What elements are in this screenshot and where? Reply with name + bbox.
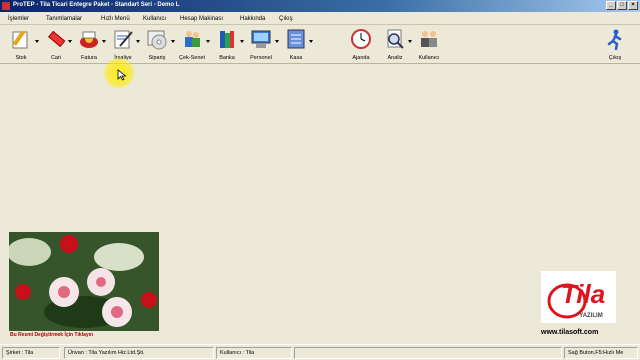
tila-logo: Tila YAZILIM bbox=[541, 271, 616, 323]
cari-button[interactable]: Cari bbox=[39, 28, 73, 62]
menu-hesap-makinasi[interactable]: Hesap Makinası bbox=[180, 16, 223, 22]
menu-kullanici[interactable]: Kullanıcı bbox=[143, 16, 166, 22]
minimize-button[interactable]: _ bbox=[606, 1, 616, 10]
cd-icon bbox=[147, 30, 167, 50]
status-hint: Sağ Buton,F5:Hızlı Me bbox=[564, 347, 638, 359]
cikis-button[interactable]: Çıkış bbox=[598, 28, 632, 62]
fatura-label: Fatura bbox=[81, 55, 97, 61]
pencil-icon bbox=[12, 30, 28, 49]
background-image[interactable] bbox=[9, 232, 159, 331]
analiz-label: Analiz bbox=[387, 55, 403, 61]
lily-flowers-icon bbox=[9, 232, 159, 331]
ajanda-button[interactable]: Ajanda bbox=[344, 28, 378, 62]
website-link[interactable]: www.tilasoft.com bbox=[541, 329, 598, 336]
status-bar: Şirket : Tila Ünvan : Tila Yazılım Hiz.L… bbox=[0, 344, 640, 360]
kasa-label: Kasa bbox=[289, 55, 303, 61]
menu-hizli-menu[interactable]: Hızlı Menü bbox=[101, 16, 130, 22]
personel-label: Personel bbox=[250, 55, 272, 61]
cek-senet-label: Çek-Senet bbox=[179, 55, 205, 61]
document-pen-icon bbox=[114, 30, 133, 49]
menu-hakkinda[interactable]: Hakkında bbox=[240, 16, 265, 22]
app-icon bbox=[2, 2, 10, 10]
title-bar: ProTEP - Tila Ticari Entegre Paket - Sta… bbox=[0, 0, 640, 12]
status-user: Kullanıcı : Tila bbox=[216, 347, 292, 359]
toolbar: Stok Cari Fatura İrsaliye Sipariş Çek-Se… bbox=[0, 26, 640, 64]
clock-icon bbox=[351, 29, 371, 49]
menu-tanimlamalar[interactable]: Tanımlamalar bbox=[46, 16, 82, 22]
ajanda-label: Ajanda bbox=[352, 55, 370, 61]
close-button[interactable]: × bbox=[628, 1, 638, 10]
stok-label: Stok bbox=[15, 55, 27, 61]
books-icon bbox=[220, 31, 234, 48]
people-icon bbox=[185, 31, 200, 47]
menu-islemler[interactable]: İşlemler bbox=[8, 16, 29, 22]
window-controls: _ □ × bbox=[606, 1, 638, 10]
menu-cikis[interactable]: Çıkış bbox=[279, 16, 293, 22]
stamp-icon bbox=[80, 31, 98, 48]
fatura-button[interactable]: Fatura bbox=[72, 28, 106, 62]
mouse-cursor-icon bbox=[117, 69, 127, 81]
analiz-button[interactable]: Analiz bbox=[378, 28, 412, 62]
status-title: Ünvan : Tila Yazılım Hiz.Ltd.Şti. bbox=[64, 347, 214, 359]
ledger-icon bbox=[287, 29, 305, 49]
tila-logo-icon: Tila YAZILIM bbox=[541, 271, 616, 323]
window-title: ProTEP - Tila Ticari Entegre Paket - Sta… bbox=[13, 2, 180, 8]
banka-button[interactable]: Banka bbox=[210, 28, 244, 62]
image-caption[interactable]: Bu Resmi Değiştirmek İçin Tıklayın bbox=[10, 332, 93, 338]
status-empty bbox=[294, 347, 562, 359]
logo-sub: YAZILIM bbox=[579, 313, 602, 319]
computer-icon bbox=[251, 30, 271, 48]
personel-button[interactable]: Personel bbox=[244, 28, 278, 62]
cikis-label: Çıkış bbox=[608, 55, 622, 61]
logo-brand: Tila bbox=[561, 279, 605, 309]
running-man-icon bbox=[607, 29, 622, 50]
cari-label: Cari bbox=[50, 55, 62, 61]
stok-button[interactable]: Stok bbox=[4, 28, 38, 62]
banka-label: Banka bbox=[219, 55, 235, 61]
status-company: Şirket : Tila bbox=[2, 347, 60, 359]
users-icon bbox=[421, 31, 437, 47]
kullanici-button[interactable]: Kullanıcı bbox=[412, 28, 446, 62]
siparis-label: Sipariş bbox=[148, 55, 166, 61]
maximize-button[interactable]: □ bbox=[617, 1, 627, 10]
magnifier-icon bbox=[387, 29, 404, 49]
siparis-button[interactable]: Sipariş bbox=[140, 28, 174, 62]
kullanici-label: Kullanıcı bbox=[418, 55, 440, 61]
cek-senet-button[interactable]: Çek-Senet bbox=[175, 28, 209, 62]
kasa-button[interactable]: Kasa bbox=[279, 28, 313, 62]
menu-bar: İşlemler Tanımlamalar Hızlı Menü Kullanı… bbox=[0, 13, 640, 25]
eraser-icon bbox=[48, 30, 66, 48]
kasa-dropdown-arrow[interactable] bbox=[309, 40, 313, 43]
